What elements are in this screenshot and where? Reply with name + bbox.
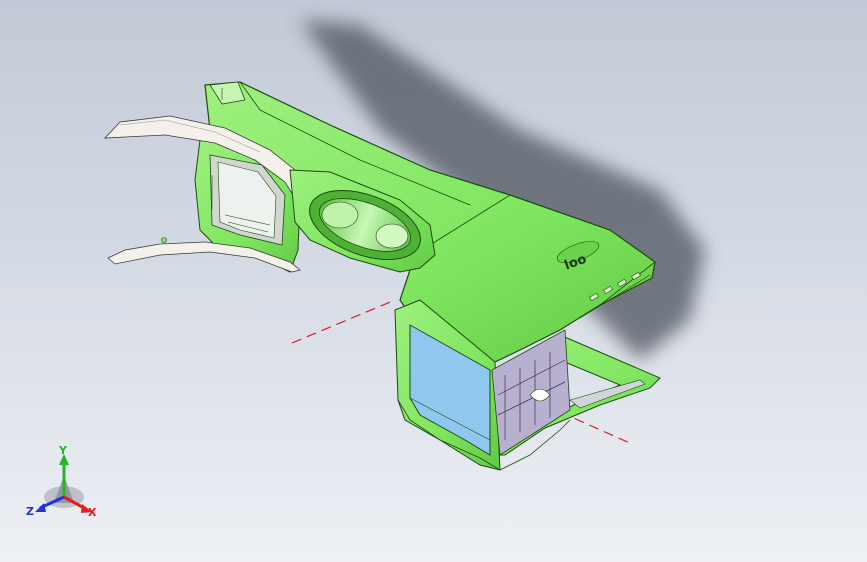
- z-axis-label: Z: [26, 505, 34, 518]
- cad-viewport[interactable]: loo Y X Z: [0, 0, 867, 562]
- cad-model-scene[interactable]: loo: [0, 0, 867, 562]
- coordinate-triad: Y X Z: [26, 445, 97, 519]
- x-axis-label: X: [88, 506, 97, 519]
- y-axis-label: Y: [58, 445, 68, 457]
